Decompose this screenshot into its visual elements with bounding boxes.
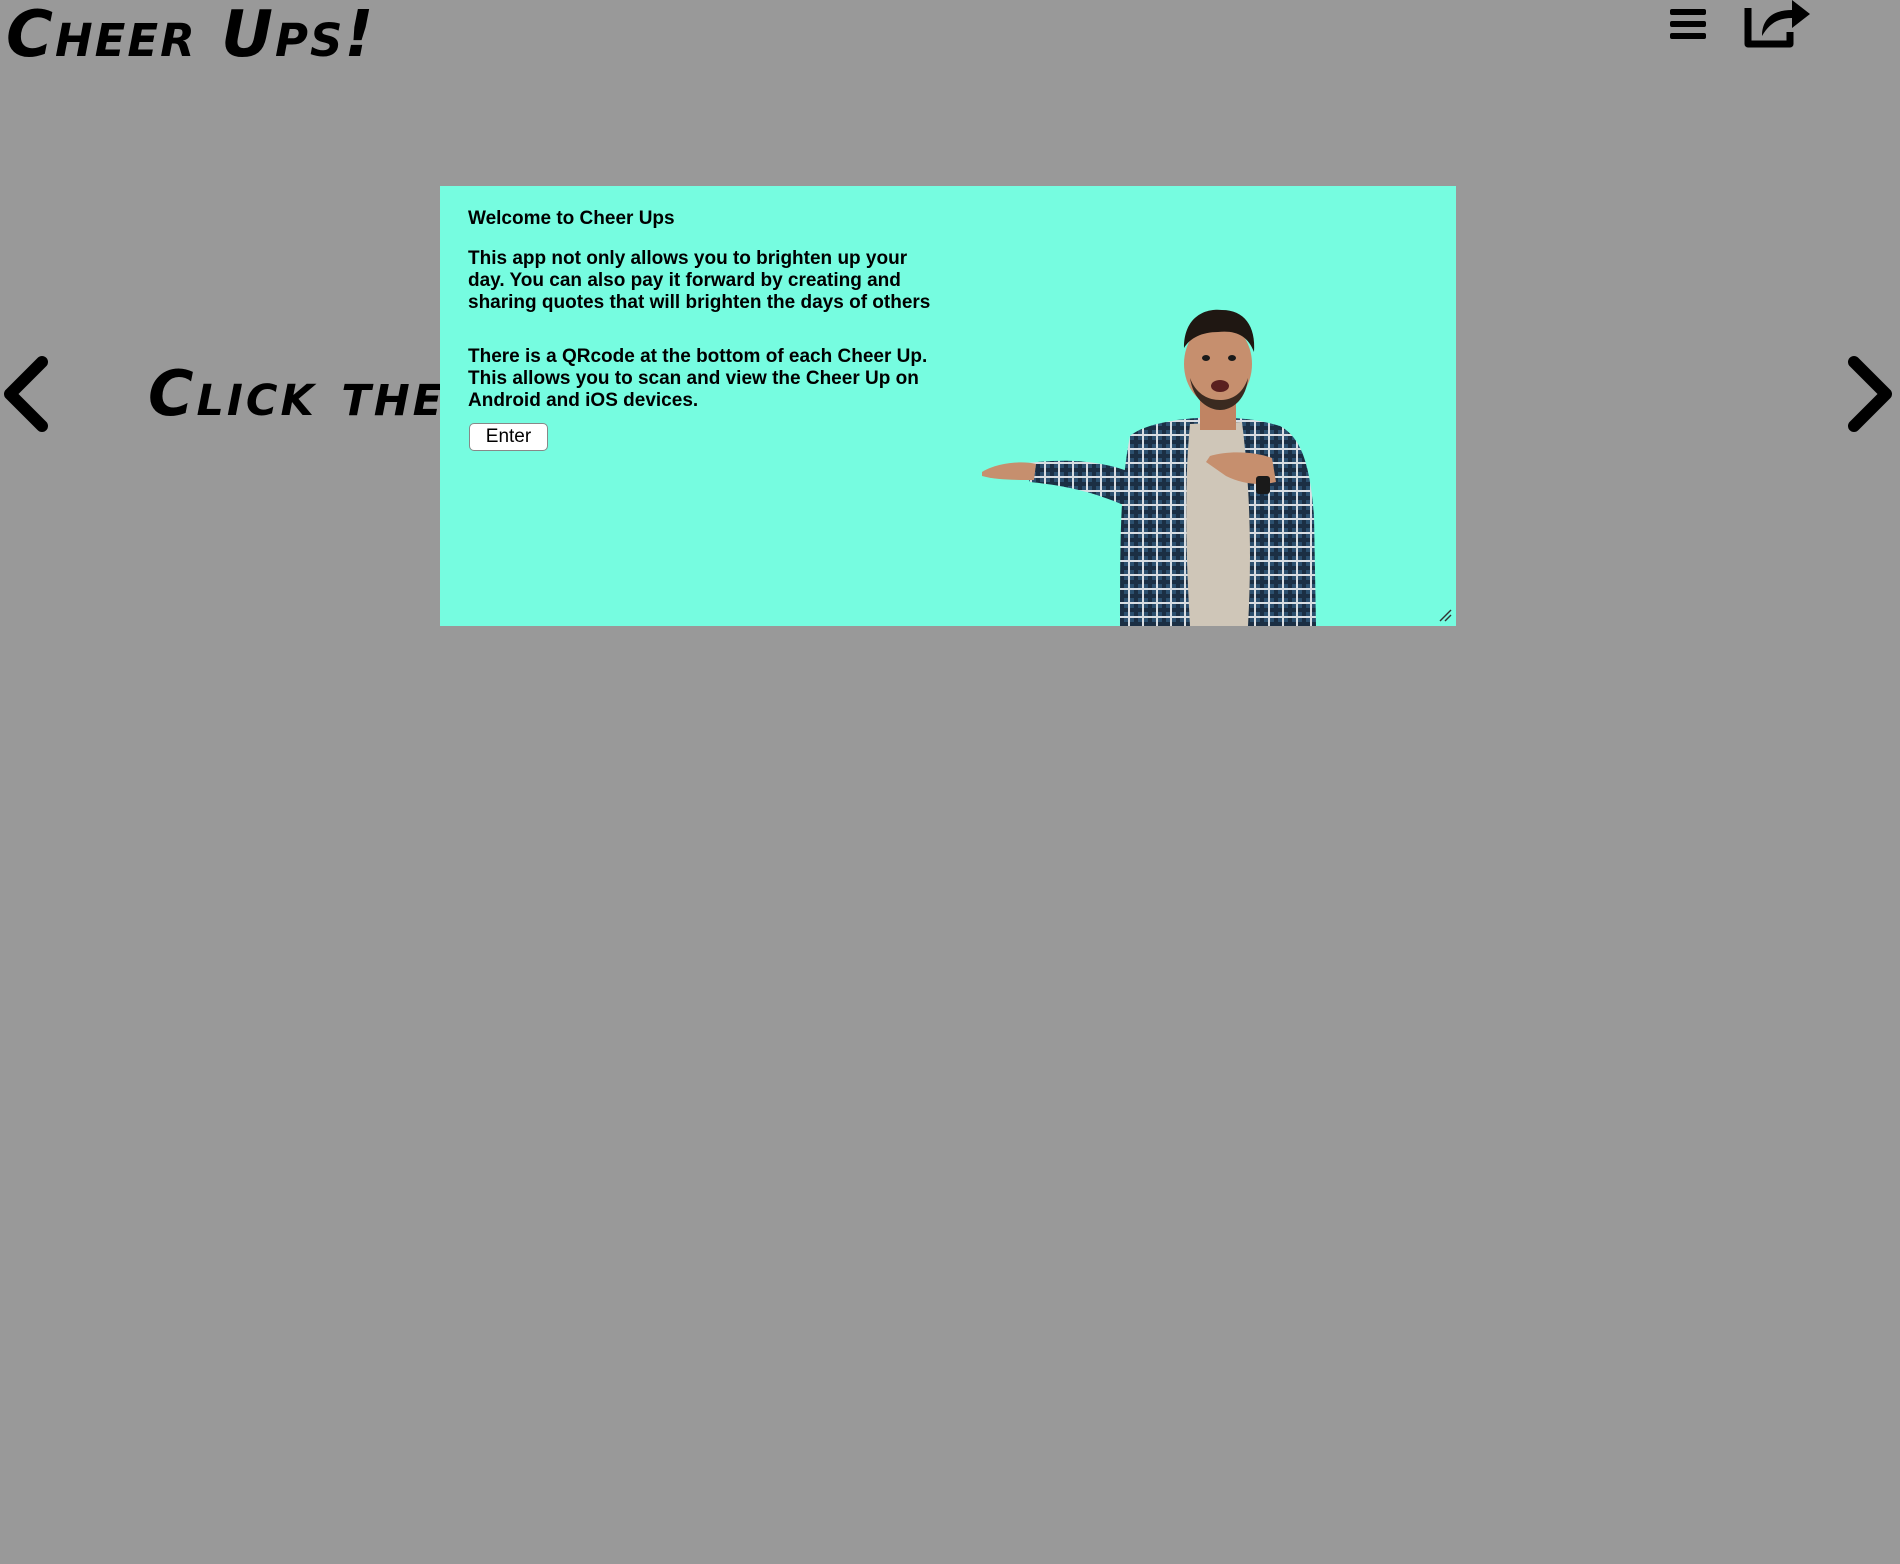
welcome-dialog: Welcome to Cheer Ups This app not only a… bbox=[440, 186, 1456, 626]
dialog-intro-text: This app not only allows you to brighten… bbox=[468, 248, 931, 313]
resize-handle[interactable] bbox=[1438, 608, 1452, 622]
app-title: Cheer Ups! bbox=[6, 0, 376, 72]
share-icon[interactable] bbox=[1744, 0, 1814, 50]
chevron-left-icon[interactable] bbox=[0, 352, 54, 436]
presenter-person-image bbox=[982, 309, 1316, 626]
dialog-title: Welcome to Cheer Ups bbox=[468, 208, 675, 229]
dialog-qrcode-text: There is a QRcode at the bottom of each … bbox=[468, 346, 928, 411]
enter-button[interactable]: Enter bbox=[469, 423, 548, 451]
chevron-right-icon[interactable] bbox=[1842, 352, 1896, 436]
hamburger-menu-icon[interactable] bbox=[1668, 4, 1708, 44]
